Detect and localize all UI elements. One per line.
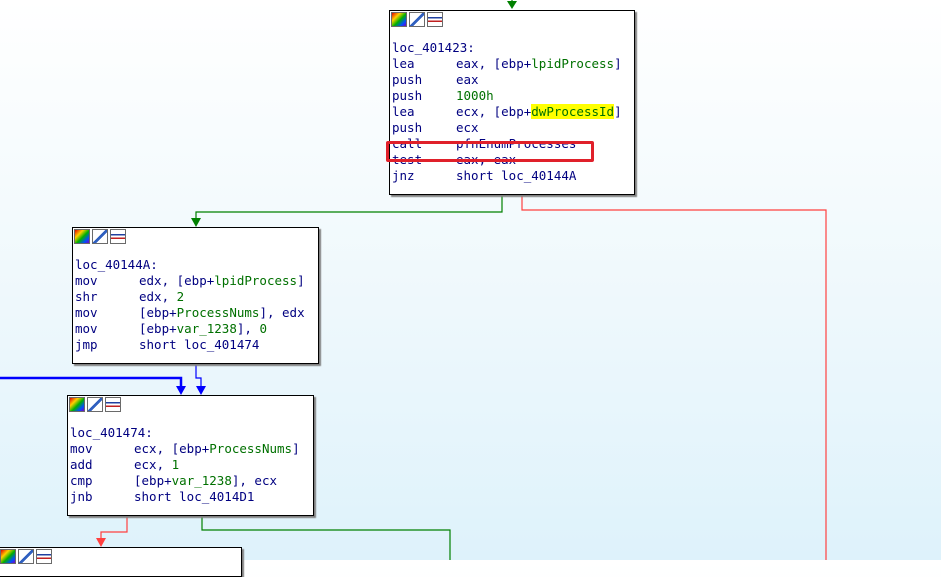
color-node-icon[interactable] xyxy=(74,229,90,244)
call-annotation-box xyxy=(386,141,594,162)
block-label[interactable]: loc_401474: xyxy=(70,425,311,441)
color-node-icon[interactable] xyxy=(69,397,85,412)
node-code: loc_401474: mov ecx, [ebp+ProcessNums] ad… xyxy=(68,413,313,507)
instruction-line[interactable]: mov edx, [ebp+lpidProcess] xyxy=(75,273,316,289)
rename-node-icon[interactable] xyxy=(18,549,34,564)
instruction-line[interactable]: lea ecx, [ebp+dwProcessId] xyxy=(392,104,632,120)
edge-incoming-top-arrow xyxy=(507,1,517,9)
node-toolbar xyxy=(73,228,318,245)
block-label[interactable]: loc_40144A: xyxy=(75,257,316,273)
graph-node-loc-401423[interactable]: loc_401423: lea eax, [ebp+lpidProcess] pu… xyxy=(389,10,635,195)
highlighted-symbol: dwProcessId xyxy=(531,104,615,119)
graph-node-loc-40144A[interactable]: loc_40144A: mov edx, [ebp+lpidProcess] sh… xyxy=(72,227,319,364)
edge-401474-false xyxy=(100,516,128,540)
color-node-icon[interactable] xyxy=(391,12,407,27)
instruction-line[interactable]: jmp short loc_401474 xyxy=(75,337,316,353)
group-node-icon[interactable] xyxy=(36,549,52,564)
instruction-line[interactable]: push ecx xyxy=(392,120,632,136)
node-toolbar xyxy=(390,11,634,28)
block-label[interactable]: loc_401423: xyxy=(392,40,632,56)
graph-node-partial-bottom[interactable] xyxy=(0,547,242,577)
instruction-line[interactable]: add ecx, 1 xyxy=(70,457,311,473)
instruction-line[interactable]: push eax xyxy=(392,72,632,88)
instruction-line[interactable]: lea eax, [ebp+lpidProcess] xyxy=(392,56,632,72)
node-toolbar xyxy=(0,548,241,565)
color-node-icon[interactable] xyxy=(0,549,16,564)
edge-40144A-to-401474-arrow xyxy=(196,386,206,395)
rename-node-icon[interactable] xyxy=(409,12,425,27)
edge-40144A-to-401474 xyxy=(195,363,202,388)
edge-401423-to-40144A xyxy=(195,195,503,220)
rename-node-icon[interactable] xyxy=(87,397,103,412)
instruction-line[interactable]: push 1000h xyxy=(392,88,632,104)
group-node-icon[interactable] xyxy=(427,12,443,27)
instruction-line[interactable]: cmp [ebp+var_1238], ecx xyxy=(70,473,311,489)
rename-node-icon[interactable] xyxy=(92,229,108,244)
edge-401474-false-arrow xyxy=(96,538,106,547)
instruction-line[interactable]: shr edx, 2 xyxy=(75,289,316,305)
graph-node-loc-401474[interactable]: loc_401474: mov ecx, [ebp+ProcessNums] ad… xyxy=(67,395,314,516)
instruction-line[interactable]: jnz short loc_40144A xyxy=(392,168,632,184)
node-code: loc_40144A: mov edx, [ebp+lpidProcess] sh… xyxy=(73,245,318,355)
edge-loop-back-arrow xyxy=(176,386,186,395)
node-code: loc_401423: lea eax, [ebp+lpidProcess] pu… xyxy=(390,28,634,186)
instruction-line[interactable]: mov [ebp+var_1238], 0 xyxy=(75,321,316,337)
instruction-line[interactable]: jnb short loc_4014D1 xyxy=(70,489,311,505)
instruction-line[interactable]: mov [ebp+ProcessNums], edx xyxy=(75,305,316,321)
instruction-line[interactable]: mov ecx, [ebp+ProcessNums] xyxy=(70,441,311,457)
edge-401423-false xyxy=(521,195,827,560)
group-node-icon[interactable] xyxy=(105,397,121,412)
edge-401423-to-40144A-arrow xyxy=(191,218,201,227)
node-toolbar xyxy=(68,396,313,413)
group-node-icon[interactable] xyxy=(110,229,126,244)
edge-loop-back xyxy=(0,376,183,388)
